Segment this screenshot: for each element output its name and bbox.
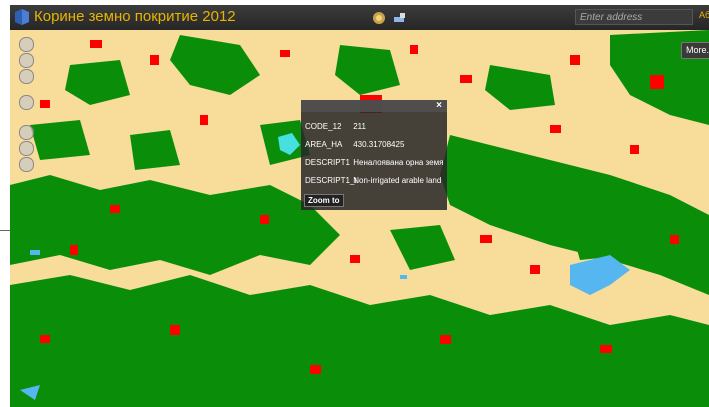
- popup-field-row: DESCRIPT1_t Non-irrigated arable land: [305, 176, 441, 185]
- next-extent-icon[interactable]: [19, 157, 34, 172]
- field-value: Неналоявана орна земя: [353, 158, 444, 167]
- hand-tool-icon[interactable]: [19, 125, 34, 140]
- popup-field-row: DESCRIPT1 Неналоявана орна земя: [305, 158, 443, 167]
- field-key: DESCRIPT1: [305, 158, 350, 167]
- app-header: Корине земно покритие 2012 Enter address…: [10, 5, 709, 30]
- map-nav-bar: [18, 35, 34, 185]
- left-edge-line: [0, 230, 10, 231]
- field-key: CODE_12: [305, 122, 342, 131]
- pan-icon[interactable]: [19, 37, 34, 52]
- field-value: Non-irrigated arable land: [353, 176, 442, 185]
- tools-icon[interactable]: [392, 10, 408, 26]
- field-key: DESCRIPT1_t: [305, 176, 357, 185]
- field-key: AREA_HA: [305, 140, 343, 149]
- popup-titlebar: ×: [301, 100, 447, 112]
- popup-field-row: CODE_12 211: [305, 122, 366, 131]
- popup-field-row: AREA_HA 430.31708425: [305, 140, 404, 149]
- globe-icon[interactable]: [371, 10, 387, 26]
- more-button[interactable]: More...: [681, 42, 709, 59]
- app-title: Корине земно покритие 2012: [34, 8, 236, 25]
- nav-slider-handle[interactable]: [19, 95, 34, 110]
- close-icon[interactable]: ×: [436, 100, 442, 111]
- zoom-in-icon[interactable]: [19, 53, 34, 68]
- field-value: 211: [353, 122, 366, 131]
- previous-extent-icon[interactable]: [19, 141, 34, 156]
- map-frame: Корине земно покритие 2012 Enter address…: [10, 5, 709, 407]
- identify-popup: × CODE_12 211 AREA_HA 430.31708425 DESCR…: [301, 100, 447, 210]
- address-search-button[interactable]: Аб: [699, 10, 709, 20]
- field-value: 430.31708425: [353, 140, 405, 149]
- zoom-out-icon[interactable]: [19, 69, 34, 84]
- logo-icon: [15, 9, 29, 25]
- address-search-input[interactable]: Enter address: [575, 9, 693, 25]
- zoom-to-button[interactable]: Zoom to: [304, 194, 344, 207]
